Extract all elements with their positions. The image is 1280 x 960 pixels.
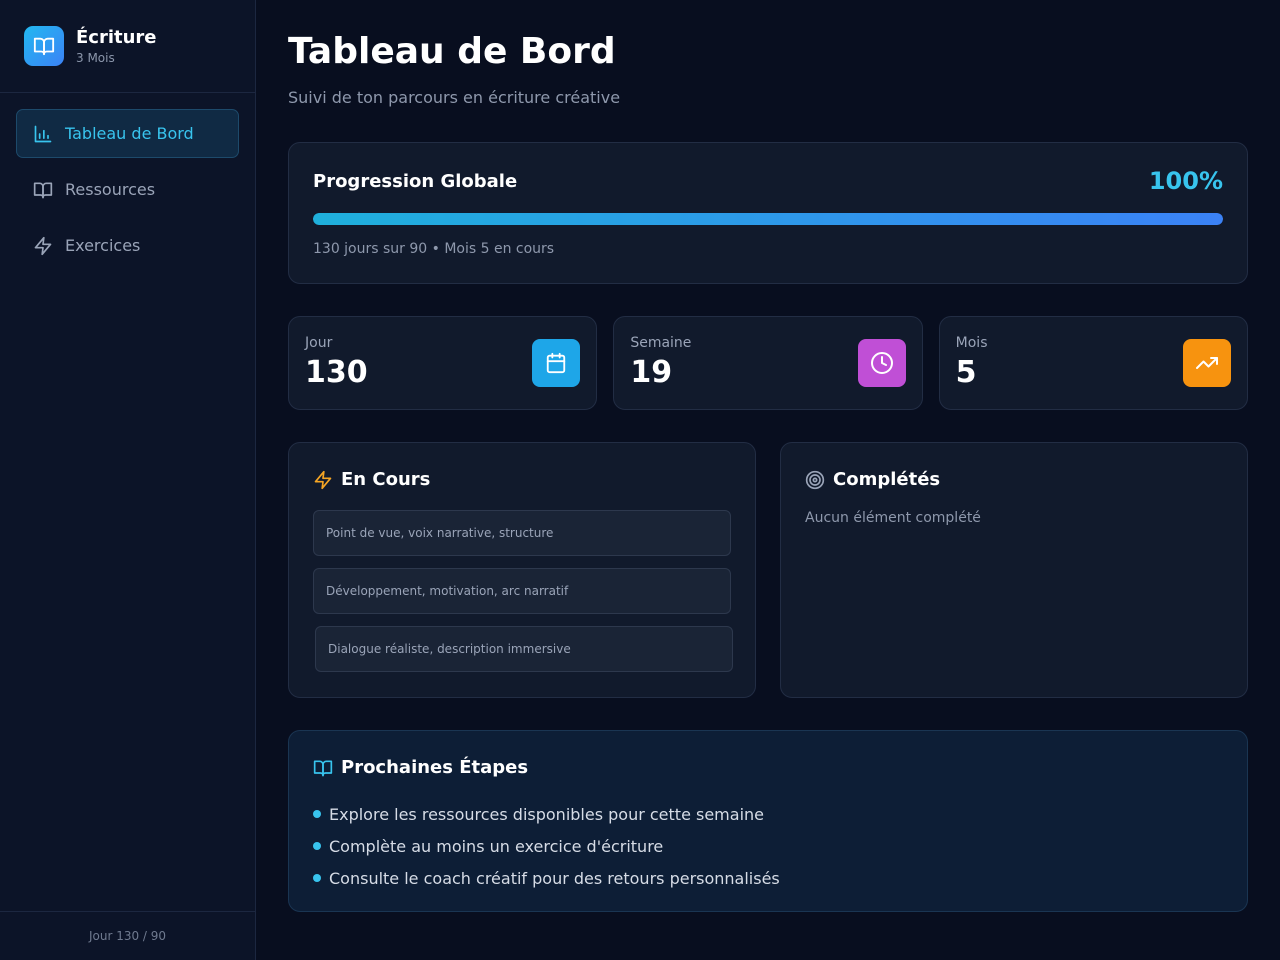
sidebar-item-dashboard[interactable]: Tableau de Bord xyxy=(16,109,239,158)
stat-card-week: Semaine 19 xyxy=(613,316,923,410)
page-title: Tableau de Bord xyxy=(288,31,616,72)
stat-value: 19 xyxy=(630,355,673,390)
book-open-icon xyxy=(313,758,333,778)
step-text: Consulte le coach créatif pour des retou… xyxy=(329,868,780,888)
lightning-icon xyxy=(33,236,53,256)
bar-chart-icon xyxy=(33,124,53,144)
stat-value: 5 xyxy=(955,355,977,390)
panel-title: Complétés xyxy=(833,469,941,490)
stat-value: 130 xyxy=(305,355,368,390)
bullet-dot-icon xyxy=(313,874,321,882)
brand-subtitle: 3 Mois xyxy=(76,51,115,65)
sidebar-nav: Tableau de Bord Ressources Exercices xyxy=(0,93,255,293)
stats-row: Jour 130 Semaine 19 Mois 5 xyxy=(288,316,1248,410)
book-open-icon xyxy=(33,180,53,200)
bullet-dot-icon xyxy=(313,842,321,850)
panel-title: En Cours xyxy=(341,469,431,490)
lightning-icon xyxy=(313,470,333,490)
sidebar-footer: Jour 130 / 90 xyxy=(0,911,255,960)
empty-state-text: Aucun élément complété xyxy=(805,510,981,526)
sidebar-item-resources[interactable]: Ressources xyxy=(16,165,239,214)
task-list: Point de vue, voix narrative, structure … xyxy=(313,510,733,672)
list-item[interactable]: Dialogue réaliste, description immersive xyxy=(315,626,733,672)
target-icon xyxy=(805,470,825,490)
progress-title: Progression Globale xyxy=(313,170,518,192)
book-logo-icon xyxy=(24,26,64,66)
sidebar-item-exercises[interactable]: Exercices xyxy=(16,221,239,270)
next-steps-list: Explore les ressources disponibles pour … xyxy=(313,798,1223,894)
list-item[interactable]: Développement, motivation, arc narratif xyxy=(313,568,731,614)
stat-card-month: Mois 5 xyxy=(938,316,1248,410)
step-text: Complète au moins un exercice d'écriture xyxy=(329,836,664,856)
trending-up-icon xyxy=(1182,339,1231,387)
progress-note: 130 jours sur 90 • Mois 5 en cours xyxy=(313,241,555,257)
brand-title: Écriture xyxy=(76,27,157,48)
list-item: Explore les ressources disponibles pour … xyxy=(313,798,1223,830)
stat-label: Mois xyxy=(955,335,988,351)
calendar-icon xyxy=(532,339,581,387)
sidebar-item-label: Ressources xyxy=(65,180,156,199)
sidebar: Écriture 3 Mois Tableau de Bord Ressourc… xyxy=(0,0,256,960)
panel-title: Prochaines Étapes xyxy=(341,757,529,778)
progress-bar-fill xyxy=(313,213,1223,225)
brand: Écriture 3 Mois xyxy=(0,0,255,93)
stat-label: Jour xyxy=(305,335,333,351)
app: Écriture 3 Mois Tableau de Bord Ressourc… xyxy=(0,0,1280,960)
clock-icon xyxy=(857,339,906,387)
progress-percent: 100% xyxy=(1148,167,1223,195)
page-subtitle: Suivi de ton parcours en écriture créati… xyxy=(288,88,621,107)
stat-label: Semaine xyxy=(630,335,692,351)
progress-bar xyxy=(313,213,1223,225)
progress-card: Progression Globale 100% 130 jours sur 9… xyxy=(288,142,1248,284)
list-item: Complète au moins un exercice d'écriture xyxy=(313,830,1223,862)
in-progress-panel: En Cours Point de vue, voix narrative, s… xyxy=(288,442,756,698)
next-steps-card: Prochaines Étapes Explore les ressources… xyxy=(288,730,1248,912)
stat-card-day: Jour 130 xyxy=(288,316,598,410)
status-row: En Cours Point de vue, voix narrative, s… xyxy=(288,442,1248,698)
list-item: Consulte le coach créatif pour des retou… xyxy=(313,862,1223,894)
completed-panel: Complétés Aucun élément complété xyxy=(780,442,1248,698)
sidebar-item-label: Tableau de Bord xyxy=(65,124,194,143)
bullet-dot-icon xyxy=(313,810,321,818)
main-content: Tableau de Bord Suivi de ton parcours en… xyxy=(256,0,1280,960)
list-item[interactable]: Point de vue, voix narrative, structure xyxy=(313,510,731,556)
sidebar-item-label: Exercices xyxy=(65,236,141,255)
step-text: Explore les ressources disponibles pour … xyxy=(329,804,764,824)
